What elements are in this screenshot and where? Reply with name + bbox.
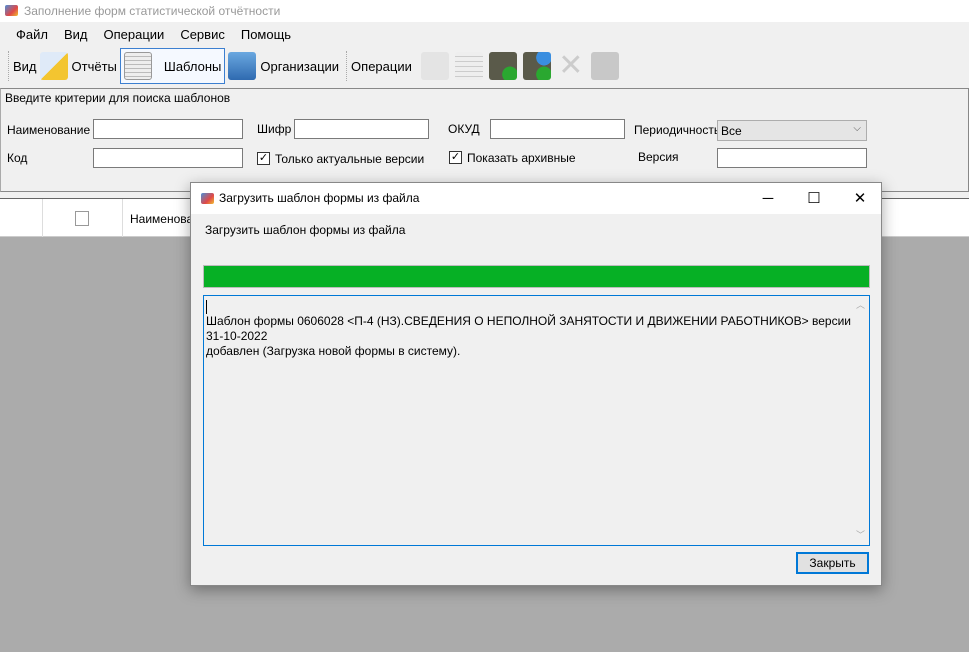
name-label: Наименование bbox=[7, 123, 91, 137]
menu-bar: Файл Вид Операции Сервис Помощь bbox=[0, 22, 969, 46]
view-label: Вид bbox=[13, 58, 37, 74]
dialog-title-bar: Загрузить шаблон формы из файла ─ ☐ ✕ bbox=[191, 183, 881, 214]
organizations-button[interactable]: Организации bbox=[225, 48, 342, 84]
export-icon[interactable] bbox=[590, 52, 619, 80]
organizations-label: Организации bbox=[260, 58, 340, 74]
operations-label: Операции bbox=[351, 58, 412, 74]
search-panel: Введите критерии для поиска шаблонов Наи… bbox=[0, 88, 969, 192]
log-line-2: добавлен (Загрузка новой формы в систему… bbox=[206, 344, 461, 358]
minimize-button[interactable]: ─ bbox=[745, 183, 791, 214]
cipher-input[interactable] bbox=[294, 119, 429, 139]
pencil-icon bbox=[39, 52, 68, 80]
column-header-name[interactable]: Наименова bbox=[130, 212, 193, 226]
select-all-checkbox[interactable] bbox=[75, 211, 89, 226]
progress-bar bbox=[203, 265, 870, 288]
only-actual-label: Только актуальные версии bbox=[275, 152, 425, 166]
dialog-title: Загрузить шаблон формы из файла bbox=[219, 191, 420, 205]
only-actual-checkbox[interactable]: ✓ bbox=[257, 152, 270, 165]
menu-view[interactable]: Вид bbox=[56, 27, 96, 42]
period-label: Периодичность bbox=[634, 123, 721, 137]
code-label: Код bbox=[7, 151, 28, 165]
close-window-button[interactable]: ✕ bbox=[837, 183, 883, 214]
close-button[interactable]: Закрыть bbox=[796, 552, 869, 574]
document-icon bbox=[123, 52, 152, 80]
name-input[interactable] bbox=[93, 119, 243, 139]
okud-input[interactable] bbox=[490, 119, 625, 139]
toolbar: Вид Отчёты Шаблоны Организации Операции … bbox=[0, 46, 969, 86]
period-value: Все bbox=[721, 124, 742, 138]
period-select[interactable]: Все ⌵ bbox=[717, 120, 867, 141]
import-web-icon[interactable] bbox=[522, 52, 551, 80]
search-heading: Введите критерии для поиска шаблонов bbox=[5, 91, 231, 105]
reports-button[interactable]: Отчёты bbox=[37, 48, 120, 84]
templates-button[interactable]: Шаблоны bbox=[119, 48, 226, 84]
log-scrollbar[interactable]: ︿ ﹀ bbox=[852, 296, 869, 545]
load-template-dialog: Загрузить шаблон формы из файла ─ ☐ ✕ За… bbox=[190, 182, 882, 586]
show-archive-checkbox[interactable]: ✓ bbox=[449, 151, 462, 164]
dialog-caption: Загрузить шаблон формы из файла bbox=[205, 223, 406, 237]
import-icon[interactable] bbox=[488, 52, 517, 80]
app-icon bbox=[5, 5, 18, 16]
menu-operations[interactable]: Операции bbox=[96, 27, 173, 42]
log-line-1: Шаблон формы 0606028 <П-4 (НЗ).СВЕДЕНИЯ … bbox=[206, 314, 851, 343]
menu-help[interactable]: Помощь bbox=[233, 27, 299, 42]
toolbar-grip bbox=[8, 51, 9, 81]
maximize-button[interactable]: ☐ bbox=[791, 183, 837, 214]
code-input[interactable] bbox=[93, 148, 243, 168]
version-label: Версия bbox=[638, 150, 679, 164]
cipher-label: Шифр bbox=[257, 122, 292, 136]
scroll-up-icon[interactable]: ︿ bbox=[852, 298, 869, 313]
copy-icon[interactable] bbox=[454, 52, 483, 80]
progress-fill bbox=[204, 266, 869, 287]
menu-file[interactable]: Файл bbox=[8, 27, 56, 42]
toolbar-separator bbox=[346, 51, 348, 81]
chevron-down-icon: ⌵ bbox=[853, 123, 861, 134]
scroll-down-icon[interactable]: ﹀ bbox=[852, 528, 869, 543]
show-archive-label: Показать архивные bbox=[467, 151, 576, 165]
okud-label: ОКУД bbox=[448, 122, 480, 136]
templates-label: Шаблоны bbox=[163, 58, 222, 74]
building-icon bbox=[228, 52, 257, 80]
log-textbox[interactable]: Шаблон формы 0606028 <П-4 (НЗ).СВЕДЕНИЯ … bbox=[203, 295, 870, 546]
menu-service[interactable]: Сервис bbox=[172, 27, 233, 42]
text-caret bbox=[206, 300, 207, 314]
app-title: Заполнение форм статистической отчётност… bbox=[24, 4, 281, 18]
version-input[interactable] bbox=[717, 148, 867, 168]
delete-icon[interactable]: ✕ bbox=[557, 51, 585, 81]
app-title-bar: Заполнение форм статистической отчётност… bbox=[0, 0, 969, 22]
reports-label: Отчёты bbox=[71, 58, 117, 74]
edit-icon[interactable] bbox=[420, 52, 449, 80]
dialog-app-icon bbox=[201, 193, 214, 204]
